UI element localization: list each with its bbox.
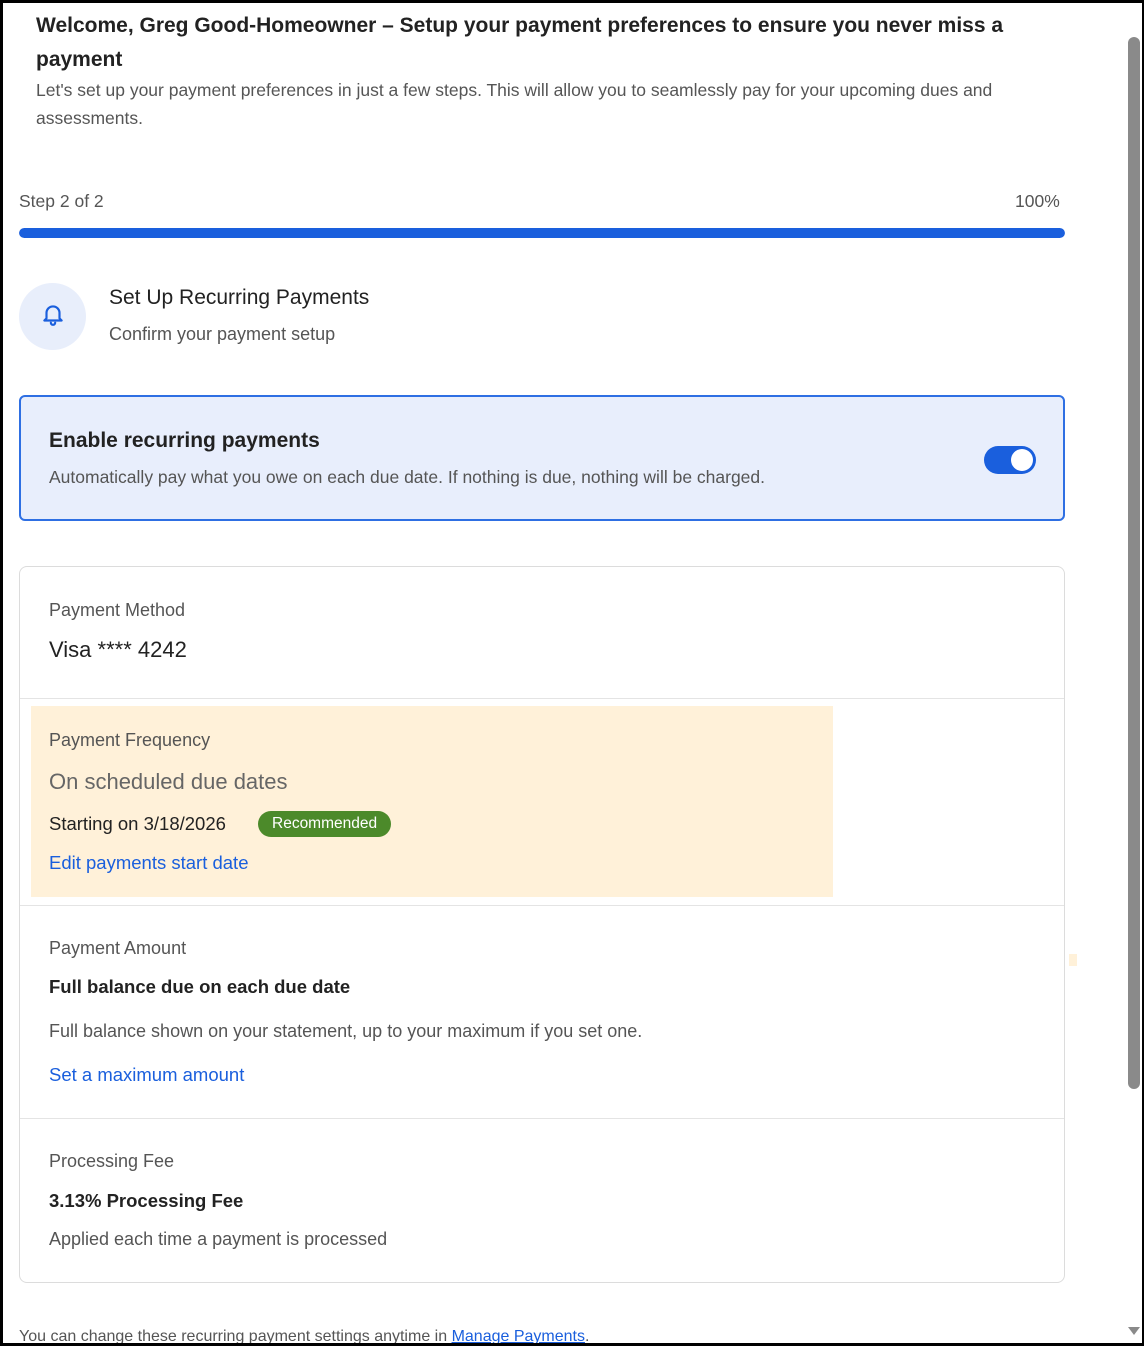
- divider: [20, 698, 1064, 699]
- processing-fee-value: 3.13% Processing Fee: [49, 1190, 244, 1211]
- scroll-down-icon[interactable]: [1128, 1327, 1140, 1335]
- welcome-title: Welcome, Greg Good-Homeowner – Setup you…: [36, 14, 1004, 71]
- divider: [20, 1118, 1064, 1119]
- section-subtitle: Confirm your payment setup: [109, 324, 336, 344]
- bell-icon-badge: [19, 283, 86, 350]
- divider: [20, 905, 1064, 906]
- scrollbar[interactable]: [1124, 33, 1142, 1323]
- payment-details-card: Payment Method Visa **** 4242 Payment Fr…: [19, 566, 1065, 1283]
- payment-amount-label: Payment Amount: [49, 938, 187, 958]
- set-maximum-link[interactable]: Set a maximum amount: [49, 1064, 244, 1086]
- scrollbar-thumb[interactable]: [1128, 37, 1140, 1089]
- payment-start-date: Starting on 3/18/2026: [49, 813, 226, 834]
- manage-payments-link[interactable]: Manage Payments: [452, 1328, 585, 1343]
- payment-method-label: Payment Method: [49, 600, 186, 620]
- processing-fee-label: Processing Fee: [49, 1151, 175, 1171]
- footer-note: You can change these recurring payment s…: [19, 1328, 590, 1345]
- payment-frequency-label: Payment Frequency: [49, 730, 211, 750]
- welcome-subtitle: Let's set up your payment preferences in…: [36, 80, 993, 128]
- edit-start-date-link[interactable]: Edit payments start date: [49, 852, 249, 874]
- section-title: Set Up Recurring Payments: [109, 286, 370, 309]
- enable-recurring-description: Automatically pay what you owe on each d…: [49, 467, 766, 487]
- recommended-badge: Recommended: [258, 811, 392, 837]
- progress-bar: [19, 228, 1065, 238]
- bell-icon: [40, 301, 66, 332]
- payment-preferences-window: Welcome, Greg Good-Homeowner – Setup you…: [0, 0, 1144, 1346]
- footer-suffix: .: [584, 1328, 590, 1345]
- recurring-payments-toggle[interactable]: [984, 446, 1036, 474]
- processing-fee-note: Applied each time a payment is processed: [49, 1229, 388, 1249]
- payment-frequency-value: On scheduled due dates: [49, 769, 288, 794]
- progress-percent: 100%: [1015, 191, 1060, 211]
- highlight-fragment: [1069, 954, 1077, 966]
- toggle-knob: [1011, 449, 1033, 471]
- enable-recurring-title: Enable recurring payments: [49, 429, 320, 452]
- payment-method-value: Visa **** 4242: [49, 637, 187, 662]
- step-label: Step 2 of 2: [19, 191, 104, 211]
- payment-amount-note: Full balance shown on your statement, up…: [49, 1021, 643, 1041]
- payment-amount-value: Full balance due on each due date: [49, 976, 351, 997]
- progress-bar-fill: [19, 228, 1065, 238]
- enable-recurring-card: Enable recurring payments Automatically …: [19, 395, 1065, 521]
- footer-text: You can change these recurring payment s…: [19, 1328, 448, 1345]
